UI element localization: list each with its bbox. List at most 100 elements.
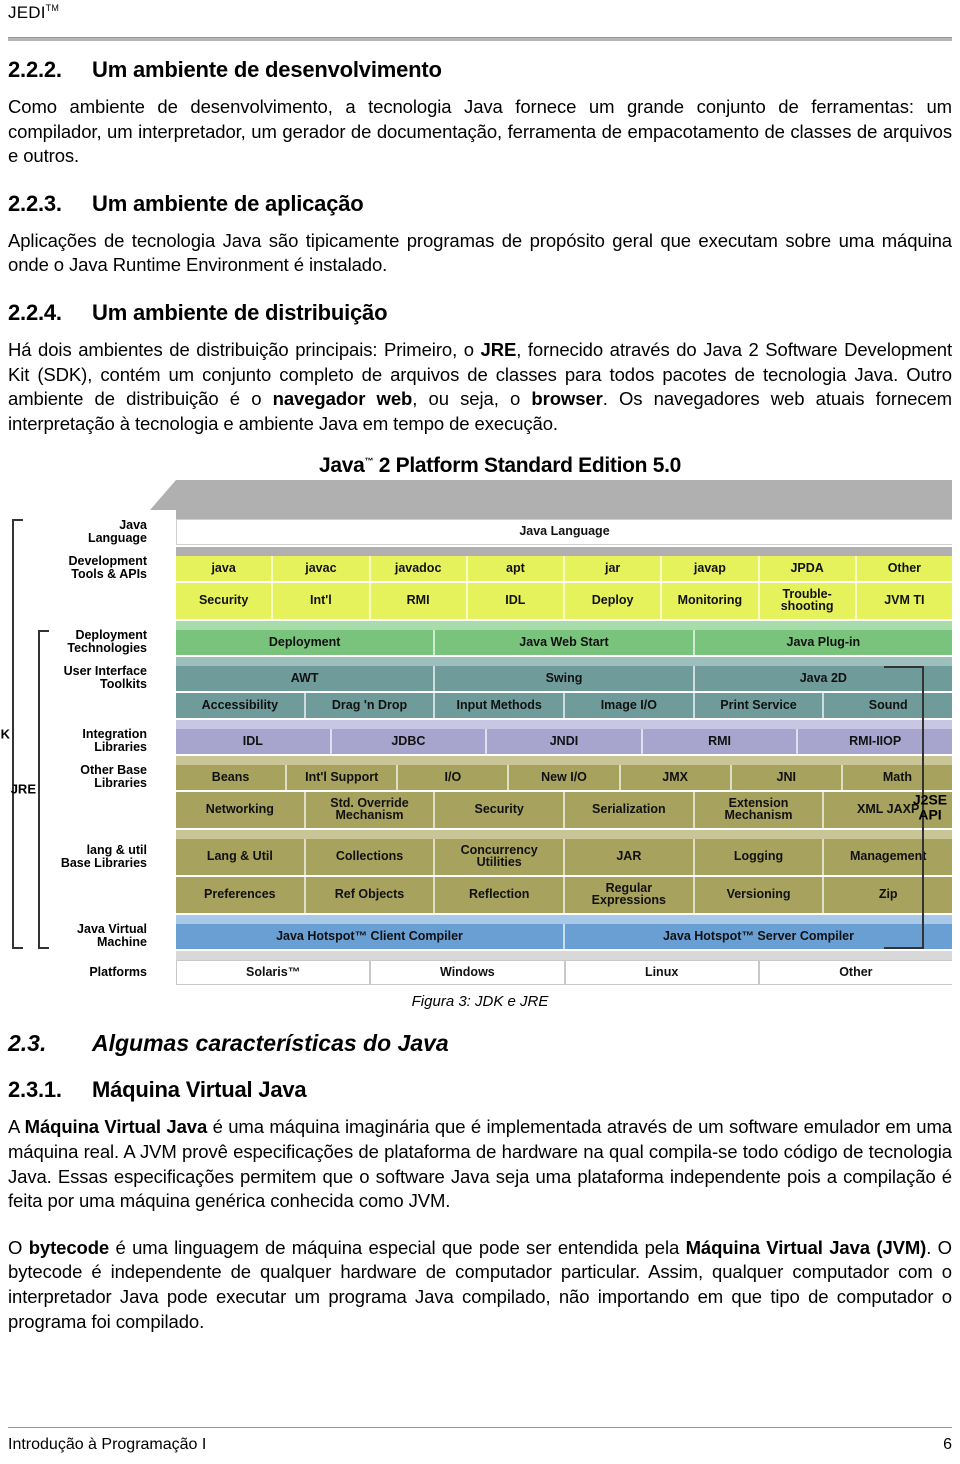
diagram-cell[interactable]: Image I/O [565, 692, 695, 718]
diagram-cell[interactable]: Extension Mechanism [694, 791, 825, 828]
diagram-cell[interactable]: Java Web Start [435, 629, 695, 655]
heading-224: 2.2.4. Um ambiente de distribuição [8, 300, 952, 326]
sliver-segment [434, 656, 694, 666]
heading-23-title: Algumas características do Java [92, 1030, 449, 1057]
diagram-sliver-platforms [176, 950, 952, 960]
diagram-cell[interactable]: IDL [467, 582, 565, 619]
diagram-cell[interactable]: Trouble-shooting [759, 582, 857, 619]
diagram-cell[interactable]: Lang & Util [176, 838, 306, 875]
diagram-row-lang-util-2: Preferences Ref Objects Reflection Regular … [176, 876, 953, 913]
heading-222-number: 2.2.2. [8, 57, 62, 82]
diagram-cell[interactable]: Deployment [176, 629, 436, 655]
diagram-cell[interactable]: RMI [370, 582, 468, 619]
diagram-cell[interactable]: Other [758, 959, 952, 986]
diagram-cell[interactable]: JNI [731, 764, 843, 790]
diagram-row-label: Java Language [87, 518, 147, 546]
paragraph-223: Aplicações de tecnologia Java são tipica… [8, 229, 952, 276]
heading-222: 2.2.2. Um ambiente de desenvolvimento [8, 57, 952, 83]
sliver-segment [370, 546, 467, 556]
heading-23: 2.3. Algumas características do Java [8, 1030, 952, 1057]
bracket-j2se-label: J2SE API [902, 792, 958, 822]
diagram-cell[interactable]: AWT [176, 665, 436, 691]
heading-223-title: Um ambiente de aplicação [92, 190, 364, 216]
dist-text-1: Há dois ambientes de distribuição princi… [8, 338, 481, 360]
diagram-cell[interactable]: javap [662, 555, 760, 581]
sliver-segment [176, 755, 287, 765]
diagram-cell[interactable]: JDBC [331, 728, 488, 754]
sliver-segment [176, 546, 273, 556]
figure-caption: Figura 3: JDK e JRE [411, 993, 549, 1011]
diagram-cell[interactable]: Preferences [176, 876, 306, 913]
paragraph-224: Há dois ambientes de distribuição princi… [8, 338, 952, 436]
diagram-cell[interactable]: Other [856, 555, 952, 581]
diagram-cell[interactable]: java [176, 555, 274, 581]
sliver-segment [434, 620, 694, 630]
diagram-row-label: Integration Libraries [82, 727, 147, 755]
diagram-cell[interactable]: Ref Objects [305, 876, 436, 913]
diagram-rowblock-integration-libraries: IDL JDBC JNDI RMI RMI-IIOP [150, 719, 953, 754]
diagram-cell[interactable]: JPDA [759, 555, 857, 581]
diagram-cell[interactable]: Reflection [435, 876, 566, 913]
diagram-cell[interactable]: Java Language [176, 519, 952, 545]
diagram-cell[interactable]: JNDI [487, 728, 643, 754]
diagram-cell[interactable]: Java Plug-in [694, 629, 952, 655]
diagram-cell[interactable]: Versioning [694, 876, 825, 913]
diagram-cell[interactable]: Security [435, 791, 566, 828]
diagram-cell[interactable]: jar [565, 555, 663, 581]
sliver-segment [176, 510, 952, 520]
heading-231: 2.3.1. Máquina Virtual Java [8, 1077, 952, 1103]
diagram-rowblock-jvm: Java Hotspot™ Client Compiler Java Hotspo… [150, 914, 952, 949]
diagram-cell[interactable]: Concurrency Utilities [435, 838, 566, 875]
document-page: JEDI TM 2.2.2. Um ambiente de desenvolvim… [0, 0, 960, 1464]
diagram-cell[interactable]: Accessibility [176, 692, 306, 718]
sliver-segment [693, 620, 953, 630]
diagram-cell[interactable]: Int'l [273, 582, 371, 619]
bracket-jre-label: JRE [10, 781, 36, 797]
diagram-cell[interactable]: JAR [565, 838, 695, 875]
diagram-cell[interactable]: Windows [370, 959, 565, 986]
diagram-cell[interactable]: javadoc [370, 555, 468, 581]
diagram-cell[interactable]: IDL [176, 728, 332, 754]
diagram-rowblock-java-language: Java Language [150, 510, 952, 545]
diagram-cell[interactable]: Input Methods [435, 692, 566, 718]
diagram-row-lang-util-1: Lang & Util Collections Concurrency Utilit… [176, 838, 953, 875]
diagram-cell[interactable]: Regular Expressions [565, 876, 695, 913]
diagram-cell[interactable]: Std. Override Mechanism [305, 791, 436, 828]
diagram-cell[interactable]: Java Hotspot™ Client Compiler [176, 923, 565, 949]
sliver-segment [693, 829, 823, 839]
doc-label-trademark: TM [45, 3, 60, 13]
diagram-cell[interactable]: Deploy [565, 582, 663, 619]
diagram-cell[interactable]: JMX [620, 764, 732, 790]
diagram-cell[interactable]: Logging [694, 838, 825, 875]
diagram-cell[interactable]: Drag 'n Drop [305, 692, 436, 718]
diagram-cell[interactable]: New I/O [509, 764, 621, 790]
page-footer: Introdução à Programação I 6 [8, 1427, 952, 1454]
diagram-cell[interactable]: Print Service [694, 692, 825, 718]
diagram-cell[interactable]: I/O [398, 764, 510, 790]
diagram-cell[interactable]: Int'l Support [287, 764, 399, 790]
footer-page-number: 6 [943, 1436, 952, 1453]
diagram-rowblock-deployment: Deployment Java Web Start Java Plug-in [150, 620, 953, 655]
diagram-cell[interactable]: JVM TI [856, 582, 952, 619]
diagram-cell[interactable]: Beans [176, 764, 288, 790]
diagram-cell[interactable]: Networking [176, 791, 306, 828]
diagram-sliver-integration-libraries [176, 719, 953, 729]
diagram-row-dev-tools-1: java javac javadoc apt jar javap JPDA Other [176, 555, 952, 581]
diagram-cell[interactable]: Security [176, 582, 274, 619]
diagram-row-platforms: Solaris™ Windows Linux Other [176, 959, 952, 986]
heading-231-title: Máquina Virtual Java [92, 1077, 307, 1103]
diagram-cell[interactable]: Solaris™ [176, 959, 371, 986]
diagram-cell[interactable]: Linux [564, 959, 759, 986]
diagram-cell[interactable]: Swing [435, 665, 695, 691]
diagram-cell[interactable]: RMI [642, 728, 799, 754]
bc-text-2: é uma linguagem de máquina especial que … [109, 1236, 686, 1258]
diagram-cell[interactable]: Monitoring [662, 582, 760, 619]
diagram-cell[interactable]: javac [273, 555, 371, 581]
dist-bold-browser: browser [531, 388, 603, 410]
footer-title: Introdução à Programação I [8, 1436, 207, 1453]
diagram-sliver-jvm [176, 914, 952, 924]
diagram-cell[interactable]: Serialization [565, 791, 695, 828]
diagram-cell[interactable]: Collections [305, 838, 436, 875]
diagram-sliver-other-base-1 [176, 755, 953, 765]
diagram-cell[interactable]: apt [467, 555, 565, 581]
